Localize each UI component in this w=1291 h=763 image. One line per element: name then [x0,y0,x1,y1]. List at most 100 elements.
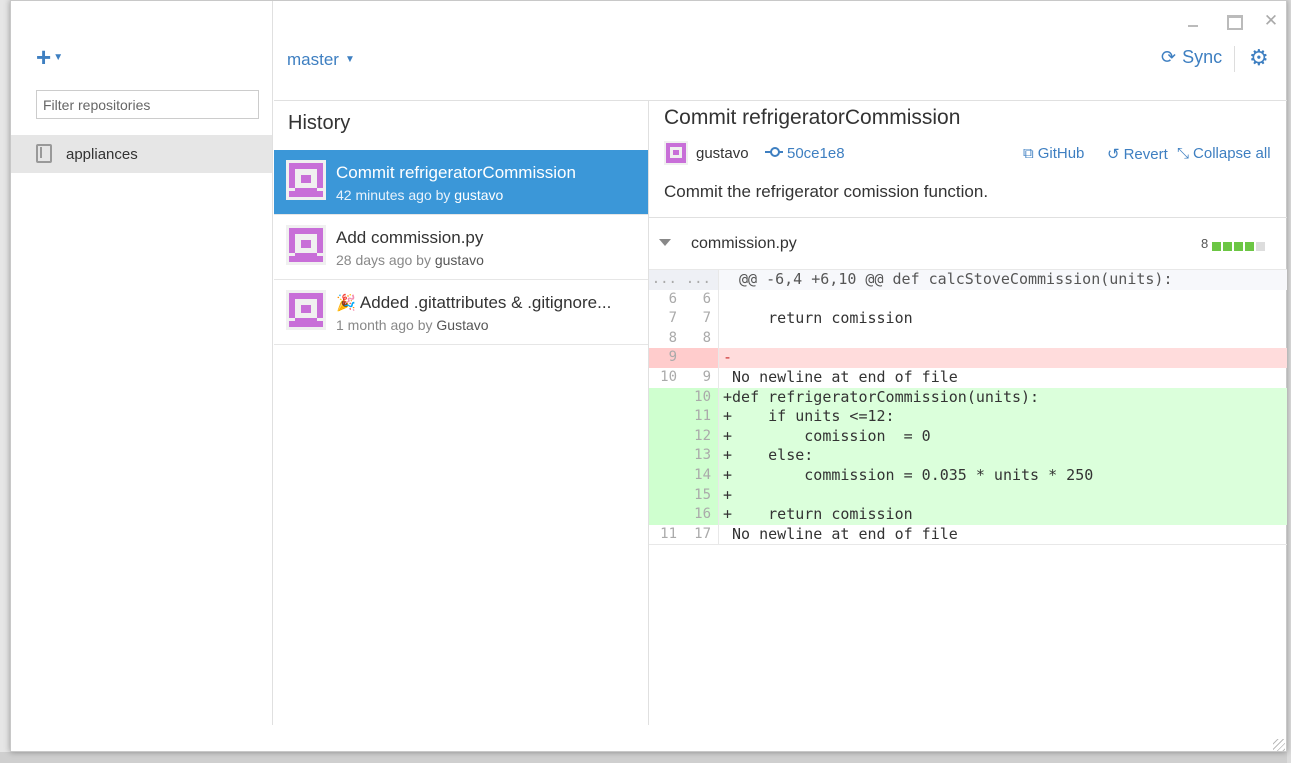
diff-line: 10 9 No newline at end of file [649,367,1287,388]
revert-button[interactable]: ↺ Revert [1107,145,1168,163]
diff-code: return comission [723,309,913,328]
desktop-background-bottom [0,752,1291,763]
collapse-icon: ⤡ [1177,145,1190,162]
desktop-background-left [0,0,10,763]
old-line-number: 8 [668,329,677,346]
diff-code: + comission = 0 [723,426,931,445]
filter-repositories-input[interactable] [36,90,259,119]
add-repository-button[interactable]: + ▼ [36,44,63,71]
old-line-number: 7 [668,310,677,327]
history-panel: History Commit refrigeratorCommission 42… [274,101,649,725]
new-line-number: ... [685,271,711,287]
commit-meta: 28 days ago by gustavo [336,252,484,268]
revert-label: Revert [1123,146,1168,163]
old-line-number: 6 [668,290,677,307]
diff-code [723,329,732,349]
branch-selector[interactable]: master ▼ [287,50,355,70]
new-line-number: 12 [694,427,711,444]
diff-stat-addition-block [1245,242,1254,251]
commit-list-item[interactable]: Commit refrigeratorCommission 42 minutes… [274,150,648,215]
sync-label: Sync [1182,47,1223,67]
diff-line: 12 + comission = 0 [649,426,1287,447]
new-line-number: 17 [694,525,711,542]
commit-detail-panel: Commit refrigeratorCommission gustavo 50… [649,101,1287,725]
diff-stat-addition-block [1234,242,1243,251]
plus-icon: + [36,42,52,72]
commit-time: 42 minutes ago by [336,187,455,203]
diff-stat [1212,238,1267,256]
sync-button[interactable]: ⟳ Sync [1161,47,1222,68]
old-line-number: 10 [660,368,677,385]
file-name[interactable]: commission.py [691,235,797,253]
diff-code: + else: [723,446,814,465]
commit-title: 🎉 Added .gitattributes & .gitignore... [336,293,641,313]
diff-line: 9- [649,348,1287,368]
new-line-number: 13 [694,447,711,464]
diff-code: No newline at end of file [723,524,958,543]
maximize-button[interactable] [1223,11,1243,31]
avatar [286,225,326,265]
app-window: ✕ +▼ appliances master▼ ⟳Sync ⚙ History … [10,0,1287,752]
diff-line: 15 + [649,485,1287,506]
commit-sha: 50ce1e8 [787,145,845,162]
settings-button[interactable]: ⚙ [1234,46,1269,72]
commit-time: 28 days ago by [336,252,435,268]
old-line-number: 11 [660,525,677,542]
new-line-number: 14 [694,466,711,483]
commit-time: 1 month ago by [336,317,437,333]
close-button[interactable]: ✕ [1261,11,1281,31]
commit-meta: 42 minutes ago by gustavo [336,187,503,203]
diff-code: - [723,348,733,367]
resize-grip[interactable] [1273,739,1285,751]
sidebar-item-appliances[interactable]: appliances [11,135,272,173]
collapse-all-button[interactable]: ⤡ Collapse all [1177,145,1271,162]
avatar [286,290,326,330]
new-line-number: 16 [694,506,711,523]
commit-sha-link[interactable]: 50ce1e8 [765,145,845,162]
diff-line: 13 + else: [649,446,1287,466]
diff-stat-addition-block [1212,242,1221,251]
minimize-button[interactable] [1183,11,1203,31]
diff-code [723,290,732,310]
github-label: GitHub [1037,145,1085,162]
gear-icon: ⚙ [1249,45,1269,70]
commit-author: Gustavo [436,317,489,333]
new-line-number: 10 [694,388,711,405]
commit-author: gustavo [454,187,504,203]
sync-icon: ⟳ [1161,47,1177,67]
commit-detail-author: gustavo [696,145,749,162]
diff-line: 88 [649,328,1287,349]
repository-sidebar: +▼ appliances [11,1,273,725]
desktop-background-right [1287,0,1291,763]
diff-code: + return comission [723,505,913,524]
party-popper-icon: 🎉 [336,295,356,312]
new-line-number: 11 [694,408,711,425]
chevron-down-icon[interactable] [659,239,671,246]
diff-view: ...... @@ -6,4 +6,10 @@ def calcStoveComm… [649,269,1287,546]
commit-list-item[interactable]: 🎉 Added .gitattributes & .gitignore... 1 … [274,280,648,345]
diff-line: ...... @@ -6,4 +6,10 @@ def calcStoveComm… [649,270,1287,290]
commit-title-text: Added .gitattributes & .gitignore... [359,293,612,312]
diff-line: 14 + commission = 0.035 * units * 250 [649,465,1287,486]
diff-code: No newline at end of file [723,367,958,386]
diff-code: + if units <=12: [723,407,895,426]
diff-line: 11 + if units <=12: [649,407,1287,427]
diff-code: + [723,485,733,504]
diff-code: + commission = 0.035 * units * 250 [723,465,1094,484]
new-line-number: 6 [702,290,711,307]
avatar [286,160,326,200]
view-on-github-button[interactable]: ⧉ GitHub [1023,145,1084,162]
repo-label: appliances [66,146,138,163]
chevron-down-icon: ▼ [344,54,355,65]
diff-stat-addition-block [1223,242,1232,251]
diff-code: @@ -6,4 +6,10 @@ def calcStoveCommission… [739,270,1173,288]
chevron-down-icon: ▼ [53,52,64,63]
new-line-number: 15 [694,486,711,503]
commit-list-item[interactable]: Add commission.py 28 days ago by gustavo [274,215,648,280]
diff-line: 10 +def refrigeratorCommission(units): [649,387,1287,408]
new-line-number: 8 [702,329,711,346]
diff-stat-neutral-block [1256,242,1265,251]
commit-title: Add commission.py [336,228,484,247]
commit-description: Commit the refrigerator comission functi… [664,182,989,201]
revert-icon: ↺ [1107,146,1120,163]
